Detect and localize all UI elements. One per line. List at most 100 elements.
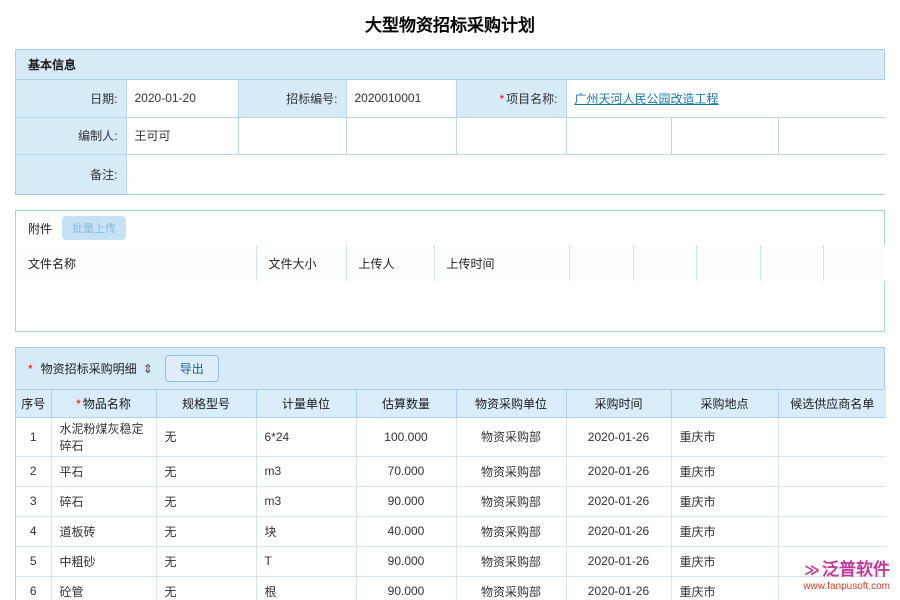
cell: 6 — [16, 576, 51, 600]
cell: 无 — [156, 546, 256, 576]
empty-cell — [238, 117, 346, 154]
required-asterisk: * — [499, 92, 504, 106]
cell: 道板砖 — [51, 516, 156, 546]
cell: 无 — [156, 486, 256, 516]
page: 大型物资招标采购计划 基本信息 日期: 2020-01-20 招标编号: 202… — [0, 0, 900, 600]
brand-watermark: ≫泛普软件 www.fanpusoft.com — [803, 560, 890, 592]
export-button[interactable]: 导出 — [165, 355, 219, 382]
basic-info-title: 基本信息 — [28, 58, 76, 72]
cell: 4 — [16, 516, 51, 546]
cell: m3 — [256, 486, 356, 516]
cell: 根 — [256, 576, 356, 600]
cell: 无 — [156, 417, 256, 456]
cell: 2020-01-26 — [566, 576, 671, 600]
cell: 无 — [156, 576, 256, 600]
empty-cell — [456, 117, 566, 154]
detail-col-header: 计量单位 — [256, 390, 356, 417]
table-row: 6砼管无根90.000物资采购部2020-01-26重庆市 — [16, 576, 886, 600]
table-row: 3碎石无m390.000物资采购部2020-01-26重庆市 — [16, 486, 886, 516]
cell: 中粗砂 — [51, 546, 156, 576]
cell: 水泥粉煤灰稳定碎石 — [51, 417, 156, 456]
author-value: 王可可 — [126, 117, 238, 154]
basic-info-header: 基本信息 — [16, 50, 884, 80]
cell: 2020-01-26 — [566, 516, 671, 546]
cell: 2020-01-26 — [566, 456, 671, 486]
cell — [778, 456, 886, 486]
project-value-cell: 广州天河人民公园改造工程 — [566, 80, 886, 117]
author-label: 编制人: — [16, 117, 126, 154]
required-asterisk: * — [76, 397, 81, 411]
detail-col-header: 序号 — [16, 390, 51, 417]
bid-no-label: 招标编号: — [238, 80, 346, 117]
cell: 重庆市 — [671, 576, 778, 600]
detail-table: 序号*物品名称规格型号计量单位估算数量物资采购单位采购时间采购地点候选供应商名单… — [16, 390, 886, 600]
cell: 物资采购部 — [456, 417, 566, 456]
remark-label: 备注: — [16, 154, 126, 194]
attach-col-empty — [633, 245, 696, 281]
table-row: 5中粗砂无T90.000物资采购部2020-01-26重庆市 — [16, 546, 886, 576]
attach-col-header: 上传人 — [346, 245, 434, 281]
detail-col-header: 候选供应商名单 — [778, 390, 886, 417]
cell: 100.000 — [356, 417, 456, 456]
bid-no-value: 2020010001 — [346, 80, 456, 117]
attach-col-header: 文件大小 — [256, 245, 346, 281]
form-row-1: 日期: 2020-01-20 招标编号: 2020010001 *项目名称: 广… — [16, 80, 886, 117]
attach-col-empty — [823, 245, 886, 281]
empty-cell — [566, 117, 671, 154]
detail-header: * 物资招标采购明细 ⇕ 导出 — [16, 348, 884, 390]
project-label: *项目名称: — [456, 80, 566, 117]
cell — [778, 417, 886, 456]
attach-col-empty — [760, 245, 823, 281]
cell: 无 — [156, 516, 256, 546]
cell: 重庆市 — [671, 546, 778, 576]
cell: 物资采购部 — [456, 546, 566, 576]
cell: 2020-01-26 — [566, 546, 671, 576]
sort-icon[interactable]: ⇕ — [143, 362, 153, 376]
cell: 3 — [16, 486, 51, 516]
cell: 5 — [16, 546, 51, 576]
batch-upload-button[interactable]: 批量上传 — [62, 216, 126, 240]
detail-col-header: 规格型号 — [156, 390, 256, 417]
cell: 2020-01-26 — [566, 486, 671, 516]
detail-col-header: 估算数量 — [356, 390, 456, 417]
detail-col-header: 采购时间 — [566, 390, 671, 417]
fanpu-logo-icon: ≫ — [804, 562, 820, 579]
table-row: 2平石无m370.000物资采购部2020-01-26重庆市 — [16, 456, 886, 486]
page-title: 大型物资招标采购计划 — [0, 0, 900, 49]
table-row: 4道板砖无块40.000物资采购部2020-01-26重庆市 — [16, 516, 886, 546]
date-label: 日期: — [16, 80, 126, 117]
cell: 2 — [16, 456, 51, 486]
empty-cell — [346, 117, 456, 154]
attachments-table: 文件名称文件大小上传人上传时间 — [16, 245, 886, 281]
remark-value — [126, 154, 886, 194]
cell: 无 — [156, 456, 256, 486]
cell: 平石 — [51, 456, 156, 486]
cell: 砼管 — [51, 576, 156, 600]
basic-info-section: 基本信息 日期: 2020-01-20 招标编号: 2020010001 *项目… — [15, 49, 885, 195]
cell: 90.000 — [356, 486, 456, 516]
cell: m3 — [256, 456, 356, 486]
cell: 碎石 — [51, 486, 156, 516]
attach-col-header: 上传时间 — [434, 245, 569, 281]
cell: 物资采购部 — [456, 456, 566, 486]
project-link[interactable]: 广州天河人民公园改造工程 — [575, 92, 719, 106]
attach-col-header: 文件名称 — [16, 245, 256, 281]
detail-col-header: 采购地点 — [671, 390, 778, 417]
table-row: 1水泥粉煤灰稳定碎石无6*24100.000物资采购部2020-01-26重庆市 — [16, 417, 886, 456]
cell: 重庆市 — [671, 516, 778, 546]
detail-col-header: *物品名称 — [51, 390, 156, 417]
detail-section: * 物资招标采购明细 ⇕ 导出 序号*物品名称规格型号计量单位估算数量物资采购单… — [15, 347, 885, 600]
attachments-header: 附件 批量上传 — [16, 211, 884, 245]
cell: 重庆市 — [671, 456, 778, 486]
date-value: 2020-01-20 — [126, 80, 238, 117]
attachments-header-row: 文件名称文件大小上传人上传时间 — [16, 245, 886, 281]
cell: 6*24 — [256, 417, 356, 456]
required-asterisk: * — [28, 362, 33, 376]
cell — [778, 486, 886, 516]
cell: 物资采购部 — [456, 576, 566, 600]
attachments-title: 附件 — [28, 220, 52, 237]
brand-name: 泛普软件 — [822, 560, 890, 579]
cell: 物资采购部 — [456, 516, 566, 546]
cell: 90.000 — [356, 546, 456, 576]
cell: T — [256, 546, 356, 576]
